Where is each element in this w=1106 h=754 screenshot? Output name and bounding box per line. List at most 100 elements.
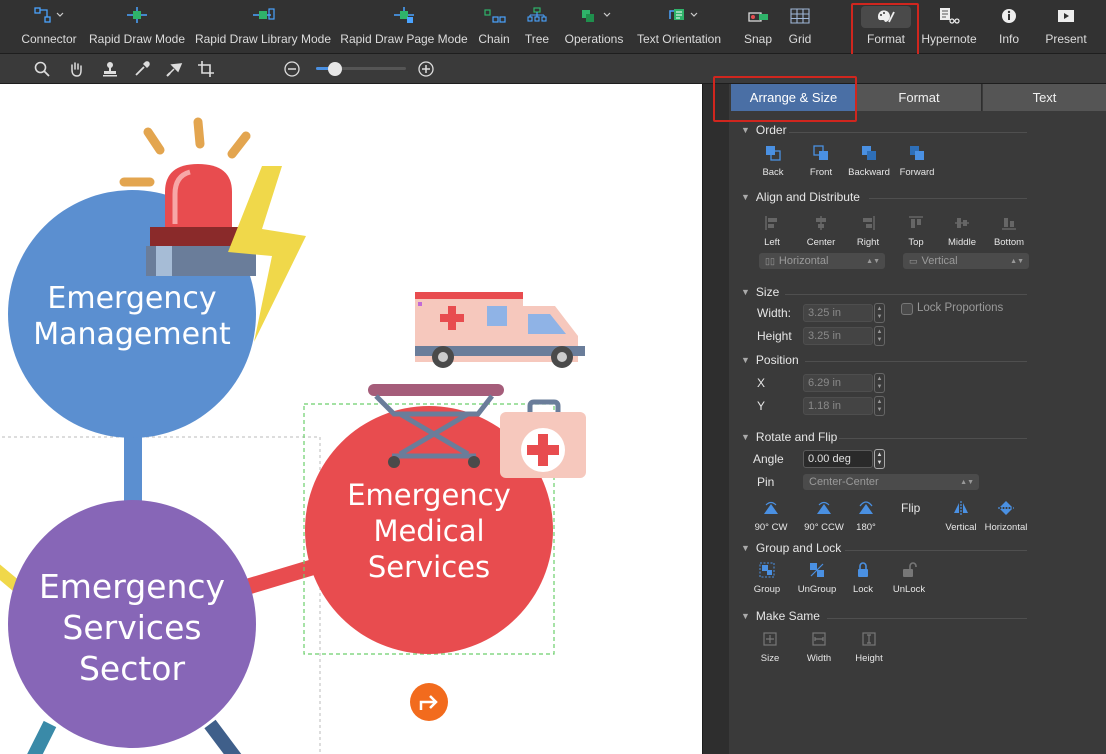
rotate-180-button[interactable]: 180° <box>853 499 879 533</box>
zoom-in-icon[interactable] <box>416 59 436 79</box>
node-label: Emergency <box>47 281 216 316</box>
rapid-draw-mode-button[interactable]: Rapid Draw Mode <box>89 0 185 54</box>
angle-input[interactable]: 0.00 deg <box>803 450 873 468</box>
rapid-draw-page-mode-button[interactable]: Rapid Draw Page Mode <box>340 0 468 54</box>
connector-line <box>27 720 57 754</box>
siren-ray <box>227 131 251 159</box>
unlock-button[interactable]: UnLock <box>889 561 929 595</box>
size-section-title[interactable]: ▼ Size <box>741 285 779 299</box>
node-label: Services <box>368 550 490 584</box>
order-back-button[interactable]: Back <box>759 144 787 178</box>
flip-horizontal-button[interactable]: Horizontal <box>983 499 1029 533</box>
group-button[interactable]: Group <box>751 561 783 595</box>
crop-icon[interactable] <box>196 59 216 79</box>
distribute-horizontal-select[interactable]: ▯▯ Horizontal ▲▼ <box>759 253 885 269</box>
y-stepper[interactable]: ▲ ▼ <box>874 396 885 416</box>
position-section-title[interactable]: ▼ Position <box>741 353 799 367</box>
height-stepper[interactable]: ▲ ▼ <box>874 326 885 346</box>
chain-button[interactable]: Chain <box>476 0 512 54</box>
rotate-90-ccw-button[interactable]: 90° CCW <box>801 499 847 533</box>
order-section-title[interactable]: ▼ Order <box>741 123 787 137</box>
node-label: Sector <box>79 649 186 688</box>
make-same-width-button[interactable]: Width <box>803 630 835 664</box>
hand-icon[interactable] <box>66 59 86 79</box>
align-left-button[interactable]: Left <box>757 214 787 248</box>
make-same-size-button[interactable]: Size <box>757 630 783 664</box>
present-icon <box>1055 0 1077 32</box>
pin-select[interactable]: Center-Center ▲▼ <box>803 474 979 490</box>
flip-label: Flip <box>901 501 921 515</box>
zoom-slider-track[interactable] <box>316 62 406 76</box>
quick-action-button[interactable] <box>410 683 448 721</box>
x-input[interactable]: 6.29 in <box>803 374 873 392</box>
connector-line <box>204 719 242 754</box>
medical-kit-icon <box>500 399 586 478</box>
flip-vertical-button[interactable]: Vertical <box>941 499 981 533</box>
height-input[interactable]: 3.25 in <box>803 327 873 345</box>
y-input[interactable]: 1.18 in <box>803 397 873 415</box>
flip-horizontal-icon <box>997 499 1015 517</box>
grid-button[interactable]: Grid <box>784 0 816 54</box>
operations-button[interactable]: Operations <box>562 0 626 54</box>
node-label: Services <box>62 608 201 647</box>
x-stepper[interactable]: ▲ ▼ <box>874 373 885 393</box>
lock-proportions-label: Lock Proportions <box>917 302 1004 314</box>
search-icon[interactable] <box>32 59 52 79</box>
present-button[interactable]: Present <box>1042 0 1090 54</box>
ambulance-icon <box>415 292 585 368</box>
lock-button[interactable]: Lock <box>849 561 877 595</box>
align-bottom-button[interactable]: Bottom <box>991 214 1027 248</box>
hypernote-icon <box>936 0 962 32</box>
align-top-button[interactable]: Top <box>903 214 929 248</box>
stamp-icon[interactable] <box>100 59 120 79</box>
ungroup-button[interactable]: UnGroup <box>795 561 839 595</box>
distribute-vertical-select[interactable]: ▭ Vertical ▲▼ <box>903 253 1029 269</box>
format-panel: Arrange & Size Format Text ▼ Order Back F… <box>702 84 1106 754</box>
hypernote-button[interactable]: Hypernote <box>920 0 978 54</box>
make-same-height-button[interactable]: Height <box>853 630 885 664</box>
order-front-button[interactable]: Front <box>807 144 835 178</box>
angle-stepper[interactable]: ▲ ▼ <box>874 449 885 469</box>
width-input[interactable]: 3.25 in <box>803 304 873 322</box>
order-forward-button[interactable]: Forward <box>897 144 937 178</box>
tab-text[interactable]: Text <box>983 84 1106 111</box>
zoom-slider-thumb[interactable] <box>328 62 342 76</box>
tree-button[interactable]: Tree <box>522 0 552 54</box>
group-section-title[interactable]: ▼ Group and Lock <box>741 541 841 555</box>
info-button[interactable]: Info <box>996 0 1022 54</box>
rotate-ccw-icon <box>815 499 833 517</box>
rotate-cw-icon <box>762 499 780 517</box>
node-label: Management <box>33 317 231 352</box>
rapid-draw-library-icon <box>250 0 276 32</box>
drawing-canvas[interactable]: Emergency Management Emergency Services … <box>0 84 702 754</box>
rotate-section-title[interactable]: ▼ Rotate and Flip <box>741 430 837 444</box>
pin-label: Pin <box>757 475 775 489</box>
format-painter-icon[interactable] <box>164 59 184 79</box>
node-label: Medical <box>373 514 484 548</box>
connector-button[interactable]: Connector <box>20 0 78 54</box>
distribute-v-icon: ▭ <box>909 255 918 266</box>
tab-format[interactable]: Format <box>857 84 982 111</box>
node-label: Emergency <box>39 567 225 606</box>
align-section-title[interactable]: ▼ Align and Distribute <box>741 190 860 204</box>
info-icon <box>999 0 1019 32</box>
eyedropper-icon[interactable] <box>132 59 152 79</box>
text-orientation-icon <box>656 0 702 32</box>
send-back-icon <box>764 144 782 162</box>
make-same-section-title[interactable]: ▼ Make Same <box>741 609 820 623</box>
width-stepper[interactable]: ▲ ▼ <box>874 303 885 323</box>
same-width-icon <box>810 630 828 648</box>
siren-ray <box>193 117 205 149</box>
align-right-button[interactable]: Right <box>853 214 883 248</box>
order-backward-button[interactable]: Backward <box>847 144 891 178</box>
send-backward-icon <box>860 144 878 162</box>
align-middle-button[interactable]: Middle <box>943 214 981 248</box>
canvas-toolbar <box>0 54 1106 84</box>
lock-proportions-checkbox[interactable] <box>901 303 913 315</box>
align-center-button[interactable]: Center <box>803 214 839 248</box>
rotate-90-cw-button[interactable]: 90° CW <box>751 499 791 533</box>
zoom-out-icon[interactable] <box>282 59 302 79</box>
rapid-draw-library-mode-button[interactable]: Rapid Draw Library Mode <box>195 0 331 54</box>
snap-button[interactable]: Snap <box>740 0 776 54</box>
text-orientation-button[interactable]: Text Orientation <box>636 0 722 54</box>
